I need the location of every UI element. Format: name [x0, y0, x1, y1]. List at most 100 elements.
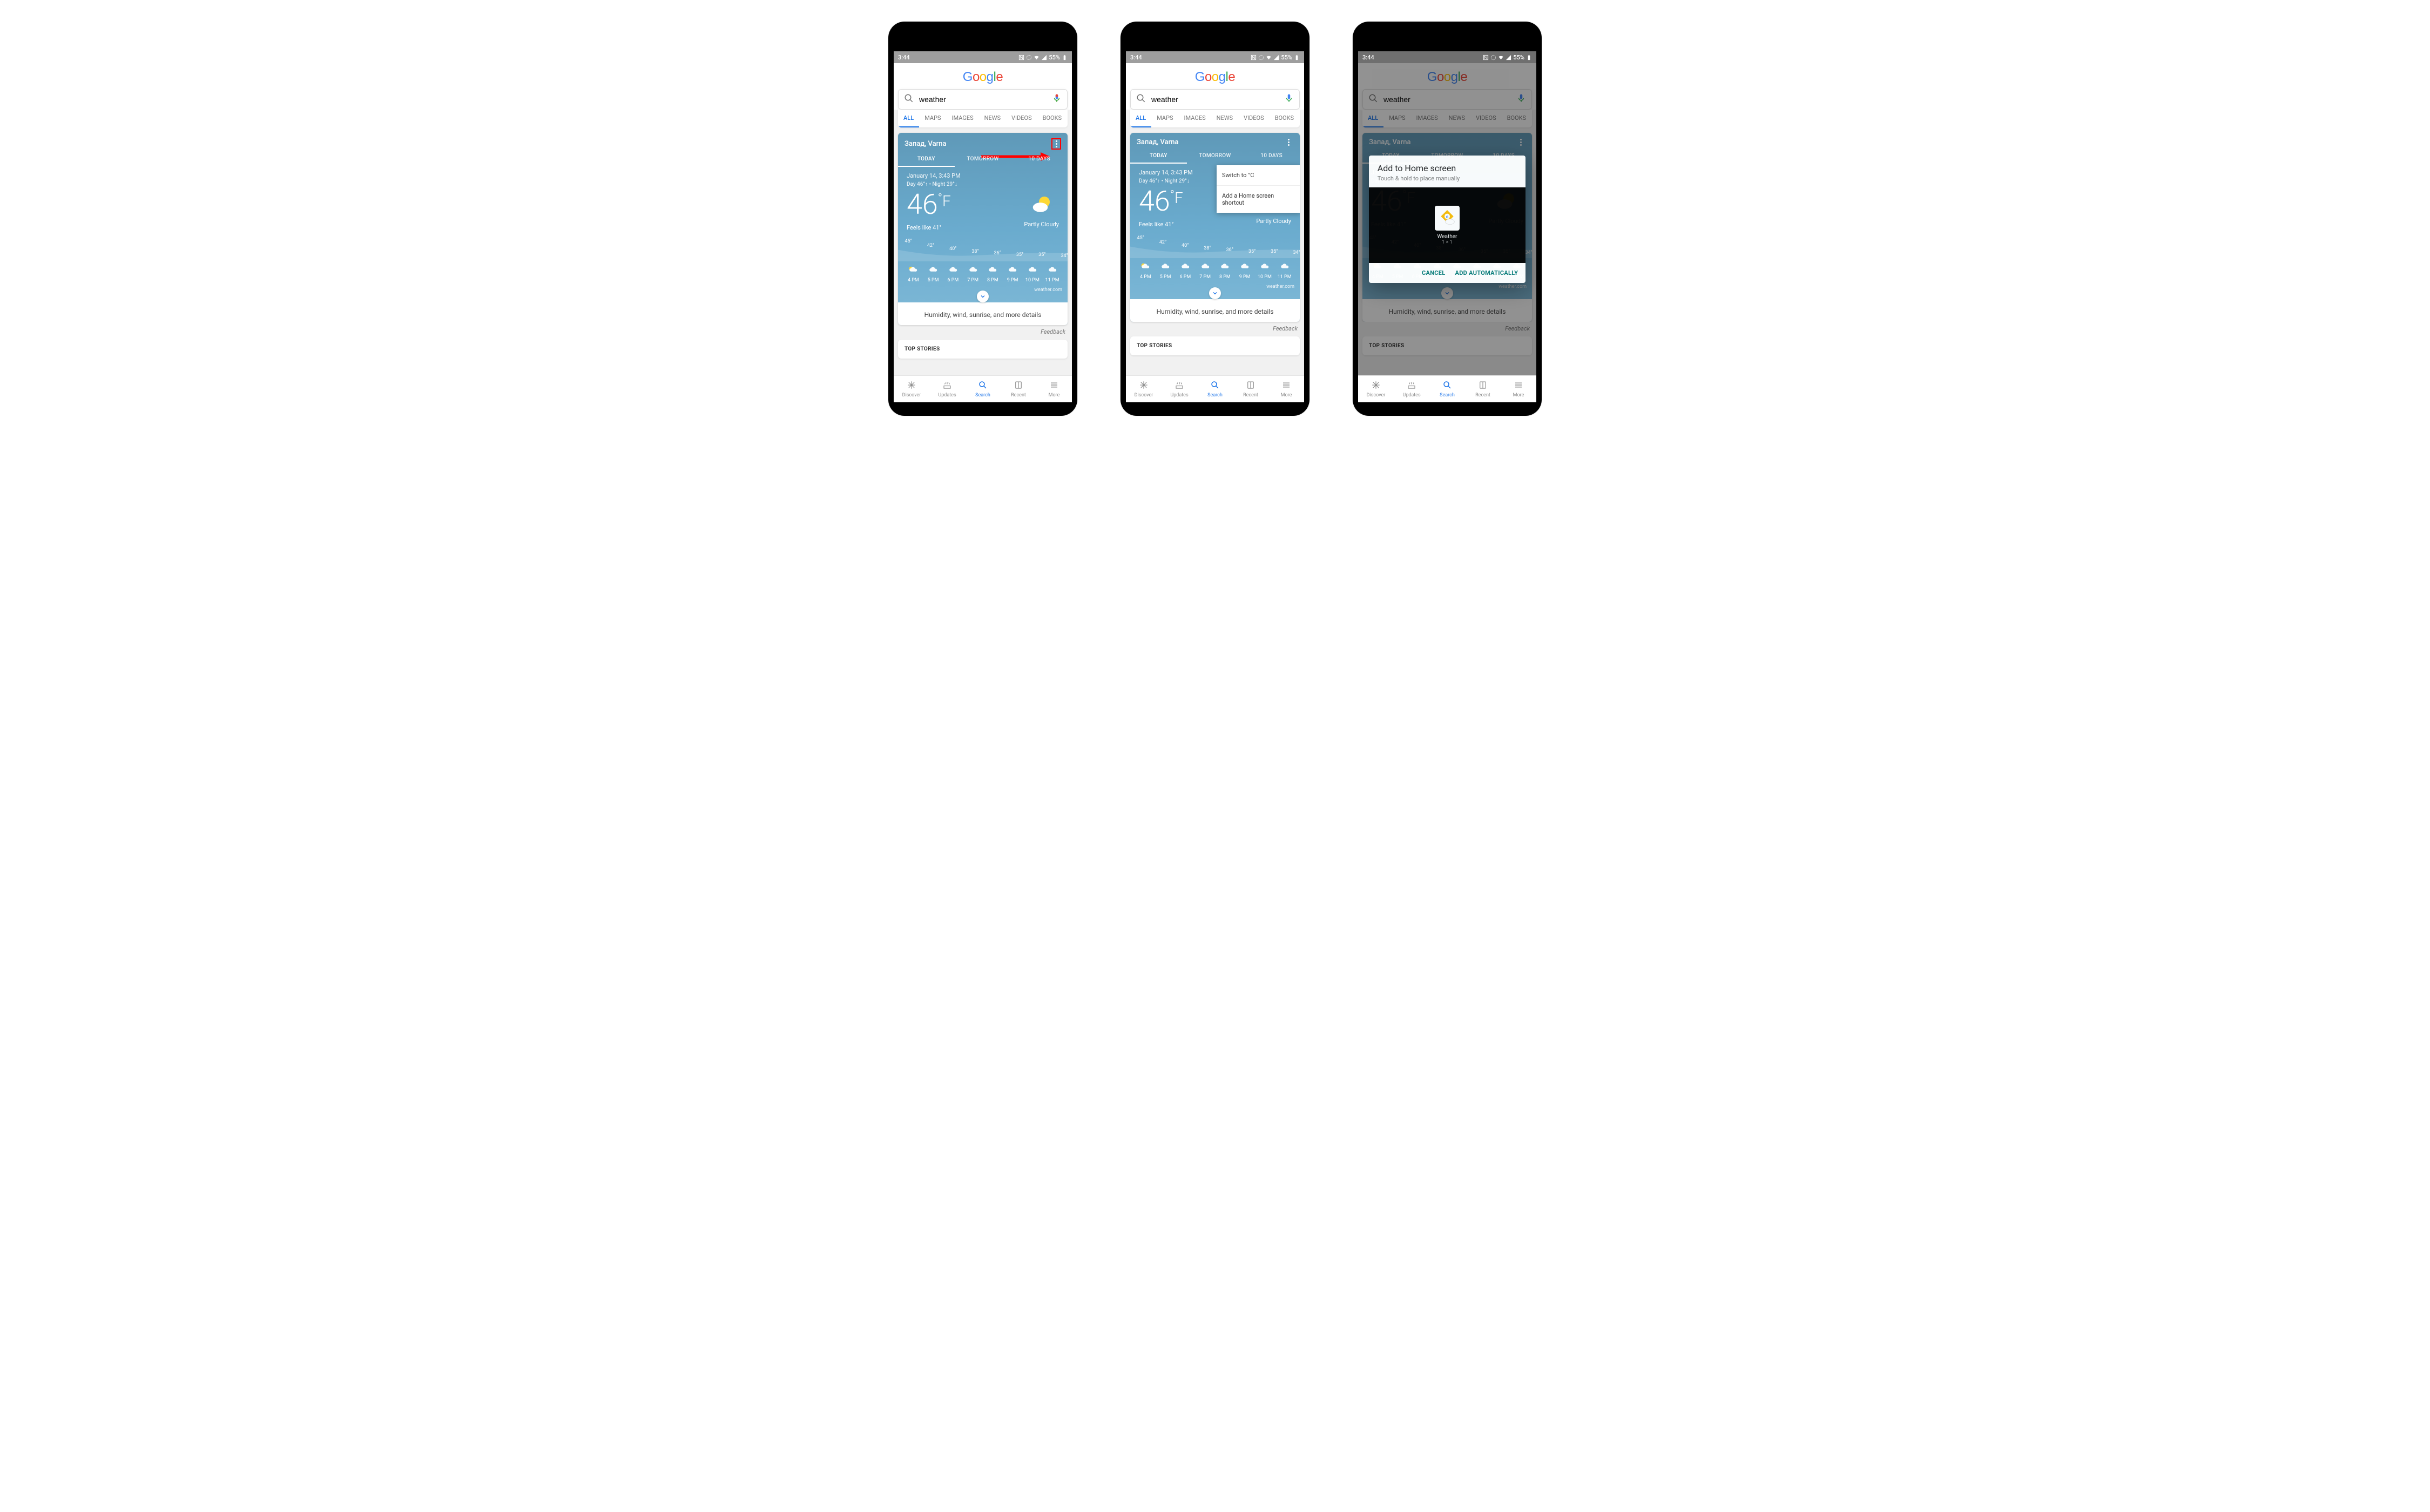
search-tab-images[interactable]: IMAGES	[947, 110, 979, 127]
battery-icon	[1526, 55, 1532, 60]
discover-icon	[1139, 380, 1149, 392]
sun-cloud-icon	[1136, 261, 1156, 271]
search-tab-all[interactable]: ALL	[1130, 110, 1151, 127]
status-bar: 3:44 55%	[894, 51, 1072, 63]
mic-icon[interactable]	[1284, 93, 1294, 105]
dialog-icon-label: Weather	[1437, 234, 1457, 240]
weather-hourly-row[interactable]: 4 PM5 PM6 PM7 PM8 PM9 PM10 PM11 PM	[898, 261, 1068, 287]
feedback-link[interactable]: Feedback	[894, 325, 1072, 338]
nav-label: Recent	[1011, 393, 1026, 398]
nav-recent[interactable]: Recent	[1465, 376, 1501, 402]
discover-icon	[1371, 380, 1381, 392]
hourly-label: 4 PM	[1136, 274, 1156, 280]
hourly-label: 10 PM	[1255, 274, 1275, 280]
weather-app-icon[interactable]: G	[1435, 206, 1460, 231]
more-icon	[1281, 380, 1291, 392]
nav-search[interactable]: Search	[1197, 376, 1233, 402]
weather-more-details[interactable]: Humidity, wind, sunrise, and more detail…	[898, 302, 1068, 325]
weather-hourly-row[interactable]: 4 PM5 PM6 PM7 PM8 PM9 PM10 PM11 PM	[1130, 258, 1300, 284]
weather-attribution[interactable]: weather.com	[1130, 284, 1300, 293]
search-tabs: ALLMAPSIMAGESNEWSVIDEOSBOOKS	[898, 110, 1068, 127]
weather-tabs: TODAYTOMORROW10 DAYS	[1130, 147, 1300, 164]
top-stories-header[interactable]: TOP STORIES	[898, 340, 1068, 359]
sun-cloud-icon	[903, 265, 923, 274]
content[interactable]: Google ALLMAPSIMAGESNEWSVIDEOSBOOKS Запа…	[894, 63, 1072, 375]
nav-search[interactable]: Search	[1429, 376, 1465, 402]
nav-more[interactable]: More	[1268, 376, 1304, 402]
menu-item-switch-unit[interactable]: Switch to °C	[1217, 165, 1300, 186]
updates-icon	[1407, 380, 1416, 392]
hourly-cell: 11 PM	[1042, 265, 1062, 283]
status-time: 3:44	[1130, 54, 1142, 61]
nav-updates[interactable]: Updates	[1162, 376, 1197, 402]
search-tab-maps[interactable]: MAPS	[919, 110, 946, 127]
search-tab-news[interactable]: NEWS	[979, 110, 1006, 127]
dialog-cancel-button[interactable]: CANCEL	[1422, 269, 1446, 276]
nav-label: Discover	[902, 393, 921, 398]
nav-discover[interactable]: Discover	[894, 376, 929, 402]
search-tab-images[interactable]: IMAGES	[1179, 110, 1211, 127]
weather-attribution[interactable]: weather.com	[898, 287, 1068, 296]
search-icon	[978, 380, 988, 392]
menu-item-add-homescreen[interactable]: Add a Home screen shortcut	[1217, 186, 1300, 213]
hourly-label: 7 PM	[1195, 274, 1215, 280]
nav-label: More	[1281, 393, 1292, 398]
weather-temperature: 46°F	[1139, 187, 1183, 215]
feedback-link[interactable]: Feedback	[1126, 322, 1304, 334]
nav-updates[interactable]: Updates	[929, 376, 965, 402]
more-icon	[1049, 380, 1059, 392]
search-tab-videos[interactable]: VIDEOS	[1006, 110, 1037, 127]
top-stories-header[interactable]: TOP STORIES	[1130, 336, 1300, 355]
search-icon	[904, 93, 914, 105]
weather-tab-10-days[interactable]: 10 DAYS	[1243, 147, 1300, 164]
add-to-home-dialog: Add to Home screen Touch & hold to place…	[1369, 156, 1526, 283]
search-tab-all[interactable]: ALL	[898, 110, 919, 127]
content[interactable]: Google ALLMAPSIMAGESNEWSVIDEOSBOOKS Запа…	[1126, 63, 1304, 375]
hourly-label: 11 PM	[1274, 274, 1294, 280]
wifi-icon	[1266, 55, 1272, 60]
weather-more-details[interactable]: Humidity, wind, sunrise, and more detail…	[1130, 299, 1300, 322]
search-tab-news[interactable]: NEWS	[1211, 110, 1238, 127]
weather-tab-today[interactable]: TODAY	[898, 151, 955, 167]
dialog-overlay[interactable]: Add to Home screen Touch & hold to place…	[1358, 63, 1536, 375]
weather-location: Запад, Varna	[905, 140, 946, 148]
weather-tab-10-days[interactable]: 10 DAYS	[1011, 151, 1068, 167]
weather-tab-tomorrow[interactable]: TOMORROW	[1187, 147, 1244, 164]
mic-icon[interactable]	[1052, 93, 1062, 105]
search-bar[interactable]	[898, 89, 1068, 110]
more-icon	[1514, 380, 1523, 392]
hourly-temp-point: 34°	[1293, 250, 1300, 255]
nav-recent[interactable]: Recent	[1233, 376, 1268, 402]
search-bar[interactable]	[1130, 89, 1300, 110]
nav-updates[interactable]: Updates	[1394, 376, 1429, 402]
screen: 3:44 55% Google	[894, 51, 1072, 402]
nav-more[interactable]: More	[1036, 376, 1072, 402]
weather-tab-tomorrow[interactable]: TOMORROW	[955, 151, 1011, 167]
weather-hourly-graph: 45°42°40°38°36°35°35°34°	[1130, 235, 1300, 258]
dialog-preview[interactable]: G Weather 1 × 1	[1369, 187, 1526, 263]
hourly-temp-point: 35°	[1038, 252, 1045, 258]
nav-search[interactable]: Search	[965, 376, 1001, 402]
nav-discover[interactable]: Discover	[1358, 376, 1394, 402]
search-tab-books[interactable]: BOOKS	[1037, 110, 1067, 127]
search-tab-books[interactable]: BOOKS	[1270, 110, 1299, 127]
weather-overflow-button[interactable]	[1284, 139, 1293, 146]
hourly-temp-point: 38°	[1204, 246, 1211, 251]
search-input[interactable]	[1151, 95, 1279, 104]
hourly-temp-point: 45°	[905, 239, 912, 244]
nav-discover[interactable]: Discover	[1126, 376, 1162, 402]
nav-more[interactable]: More	[1501, 376, 1536, 402]
hourly-label: 8 PM	[1215, 274, 1235, 280]
nav-recent[interactable]: Recent	[1001, 376, 1036, 402]
hourly-temp-point: 36°	[994, 251, 1001, 256]
search-tab-videos[interactable]: VIDEOS	[1238, 110, 1270, 127]
weather-overflow-button[interactable]	[1051, 138, 1061, 150]
weather-tab-today[interactable]: TODAY	[1130, 147, 1187, 164]
search-input[interactable]	[919, 95, 1047, 104]
nav-label: Search	[1207, 393, 1223, 398]
dialog-add-button[interactable]: ADD AUTOMATICALLY	[1455, 269, 1518, 276]
hourly-label: 6 PM	[1176, 274, 1196, 280]
search-tab-maps[interactable]: MAPS	[1151, 110, 1178, 127]
weather-feels-like: Feels like 41°	[1139, 221, 1183, 228]
hourly-cell: 9 PM	[1003, 265, 1023, 283]
